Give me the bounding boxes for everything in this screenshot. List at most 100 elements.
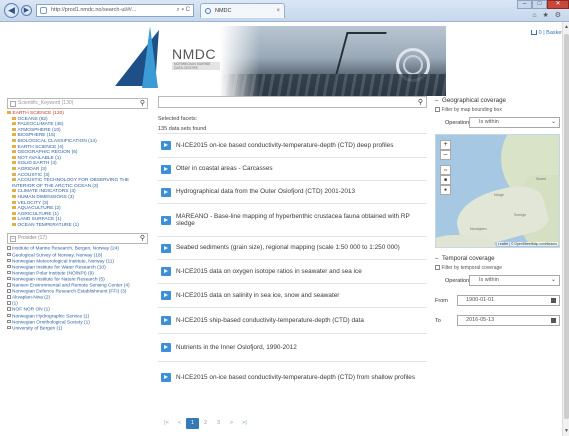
- temporal-filter-checkbox[interactable]: [435, 265, 440, 270]
- search-icon[interactable]: ⚲: [418, 98, 423, 106]
- checkbox-icon[interactable]: [7, 246, 11, 250]
- result-title[interactable]: N-ICE2015 on-ice based conductivity-temp…: [176, 374, 415, 382]
- expand-result-icon[interactable]: [161, 373, 171, 382]
- result-title[interactable]: N-ICE2015 on-ice based conductivity-temp…: [176, 142, 393, 150]
- browser-toolbar-icons[interactable]: ⌂ ★ ⚙: [532, 11, 563, 19]
- checkbox-icon[interactable]: [7, 252, 11, 257]
- address-bar[interactable]: http://prod1.nmdc.no/search-ui/#/... ⌕ ▾…: [36, 4, 194, 17]
- geo-filter-checkbox-row[interactable]: Filter by map bounding box: [435, 107, 560, 113]
- result-title[interactable]: Seabed sediments (grain size), regional …: [176, 244, 400, 252]
- result-title[interactable]: Otter in coastal areas - Carcasses: [176, 165, 273, 173]
- checkbox-icon[interactable]: [7, 319, 11, 324]
- browser-tab[interactable]: NMDC ×: [200, 3, 285, 18]
- minimize-button[interactable]: –: [517, 0, 532, 9]
- search-icon[interactable]: ⚲: [140, 234, 145, 243]
- scroll-thumb[interactable]: [564, 34, 569, 419]
- calendar-icon[interactable]: [551, 318, 556, 323]
- result-row[interactable]: N-ICE2015 on-ice based conductivity-temp…: [158, 361, 427, 393]
- main-search-input[interactable]: ⚲: [158, 96, 427, 108]
- facet-item[interactable]: OCEAN TEMPERATURE (1): [7, 222, 148, 229]
- result-title[interactable]: N-ICE2015 data on oxygen isotope ratios …: [176, 268, 362, 276]
- pager-first[interactable]: |<: [160, 418, 173, 429]
- calendar-icon[interactable]: [551, 298, 556, 303]
- scroll-down-icon[interactable]: ▼: [564, 428, 569, 434]
- search-icon[interactable]: ⚲: [140, 99, 145, 108]
- checkbox-icon[interactable]: [7, 301, 11, 305]
- result-row[interactable]: Hydrographical data from the Outer Oslof…: [158, 180, 427, 203]
- address-actions[interactable]: ⌕ ▾ C: [176, 5, 190, 16]
- geo-coverage-header[interactable]: – Geographical coverage: [435, 97, 560, 104]
- checkbox-icon[interactable]: [7, 313, 11, 317]
- expand-result-icon[interactable]: [161, 291, 171, 300]
- geo-collapse-icon[interactable]: –: [435, 97, 440, 104]
- checkbox-icon[interactable]: [7, 307, 11, 311]
- result-row[interactable]: MAREANO - Base-line mapping of hyperbent…: [158, 203, 427, 236]
- expand-result-icon[interactable]: [161, 267, 171, 276]
- temporal-operation-select[interactable]: Is within ⌄: [469, 275, 560, 286]
- pager-page-2[interactable]: 2: [199, 418, 212, 429]
- temporal-filter-checkbox-row[interactable]: Filter by temporal coverage: [435, 265, 560, 271]
- map-attribution[interactable]: Leaflet | © OpenStreetMap contributors: [497, 242, 558, 246]
- checkbox-icon[interactable]: [7, 270, 11, 275]
- close-window-button[interactable]: ✕: [547, 0, 569, 9]
- checkbox-icon[interactable]: [7, 325, 11, 330]
- result-row[interactable]: N-ICE2015 on-ice based conductivity-temp…: [158, 133, 427, 157]
- checkbox-icon[interactable]: [7, 283, 11, 287]
- result-title[interactable]: Hydrographical data from the Outer Oslof…: [176, 188, 355, 196]
- checkbox-icon[interactable]: [7, 276, 11, 281]
- zoom-in-button[interactable]: +: [440, 140, 451, 150]
- expand-result-icon[interactable]: [161, 141, 171, 150]
- expand-result-icon[interactable]: [161, 164, 171, 174]
- coverage-map[interactable]: + – ▭ ■ ● Norge Sverige Suomi Nordsjøen …: [435, 134, 560, 248]
- expand-result-icon[interactable]: [161, 316, 171, 325]
- tab-close-icon[interactable]: ×: [276, 4, 280, 18]
- nmdc-logo[interactable]: NMDC NORWEGIAN MARINE DATA CENTRE: [110, 22, 220, 100]
- result-row[interactable]: N-ICE2015 data on oxygen isotope ratios …: [158, 259, 427, 283]
- pager-page-1[interactable]: 1: [186, 418, 199, 429]
- checkbox-icon[interactable]: [7, 258, 11, 263]
- page-scrollbar[interactable]: ▲ ▼: [562, 22, 569, 436]
- scroll-up-icon[interactable]: ▲: [564, 24, 569, 30]
- expand-toggle-icon[interactable]: [10, 101, 16, 107]
- pager-last[interactable]: >|: [238, 418, 251, 429]
- maximize-button[interactable]: □: [532, 0, 547, 9]
- expand-result-icon[interactable]: [161, 343, 171, 352]
- result-title[interactable]: N-ICE2015 ship-based conductivity-temper…: [176, 317, 364, 325]
- provider-facet-search[interactable]: – Provider (17) ⚲: [7, 233, 148, 245]
- result-title[interactable]: Nutrients in the Inner Oslofjord, 1990-2…: [176, 344, 297, 352]
- zoom-out-button[interactable]: –: [440, 150, 451, 160]
- pager-page-3[interactable]: 3: [212, 418, 225, 429]
- provider-item[interactable]: University of Bergen (1): [7, 325, 148, 332]
- expand-result-icon[interactable]: [161, 215, 171, 225]
- checkbox-icon[interactable]: [7, 295, 11, 299]
- result-row[interactable]: Seabed sediments (grain size), regional …: [158, 236, 427, 259]
- pager-prev[interactable]: <: [173, 418, 186, 429]
- provider-item-label: Nansen Environmental and Remote Sensing …: [12, 283, 130, 289]
- result-title[interactable]: MAREANO - Base-line mapping of hyperbent…: [176, 213, 427, 228]
- pager-next[interactable]: >: [225, 418, 238, 429]
- keyword-facet-search[interactable]: Scientific_Keyword (130) ⚲: [7, 98, 148, 109]
- to-date-input[interactable]: 2016-05-13: [457, 315, 560, 326]
- result-title[interactable]: N-ICE2015 data on salinity in sea ice, s…: [176, 292, 339, 300]
- expand-result-icon[interactable]: [161, 243, 171, 253]
- basket-link[interactable]: 0 | Basket: [530, 30, 563, 36]
- from-date-input[interactable]: 1900-01-01: [457, 295, 560, 306]
- draw-square-icon[interactable]: ■: [440, 175, 451, 185]
- checkbox-icon[interactable]: [7, 289, 11, 293]
- temporal-collapse-icon[interactable]: –: [435, 255, 440, 262]
- result-row[interactable]: Nutrients in the Inner Oslofjord, 1990-2…: [158, 333, 427, 361]
- geo-operation-select[interactable]: Is within ⌄: [469, 117, 560, 128]
- checkbox-icon[interactable]: [7, 264, 11, 269]
- geo-filter-checkbox[interactable]: [435, 107, 440, 112]
- result-row[interactable]: Otter in coastal areas - Carcasses: [158, 157, 427, 180]
- collapse-toggle-icon[interactable]: –: [10, 236, 16, 243]
- expand-result-icon[interactable]: [161, 187, 171, 197]
- forward-button[interactable]: ▶: [21, 5, 32, 16]
- draw-box-button[interactable]: ▭: [440, 165, 451, 175]
- result-row[interactable]: N-ICE2015 data on salinity in sea ice, s…: [158, 283, 427, 307]
- facet-item[interactable]: ACOUSTIC TECHNOLOGY FOR OBSERVING THE IN…: [7, 178, 148, 189]
- back-button[interactable]: ◀: [4, 3, 19, 18]
- draw-point-icon[interactable]: ●: [440, 185, 451, 195]
- result-row[interactable]: N-ICE2015 ship-based conductivity-temper…: [158, 307, 427, 333]
- temporal-coverage-header[interactable]: – Temporal coverage: [435, 255, 560, 262]
